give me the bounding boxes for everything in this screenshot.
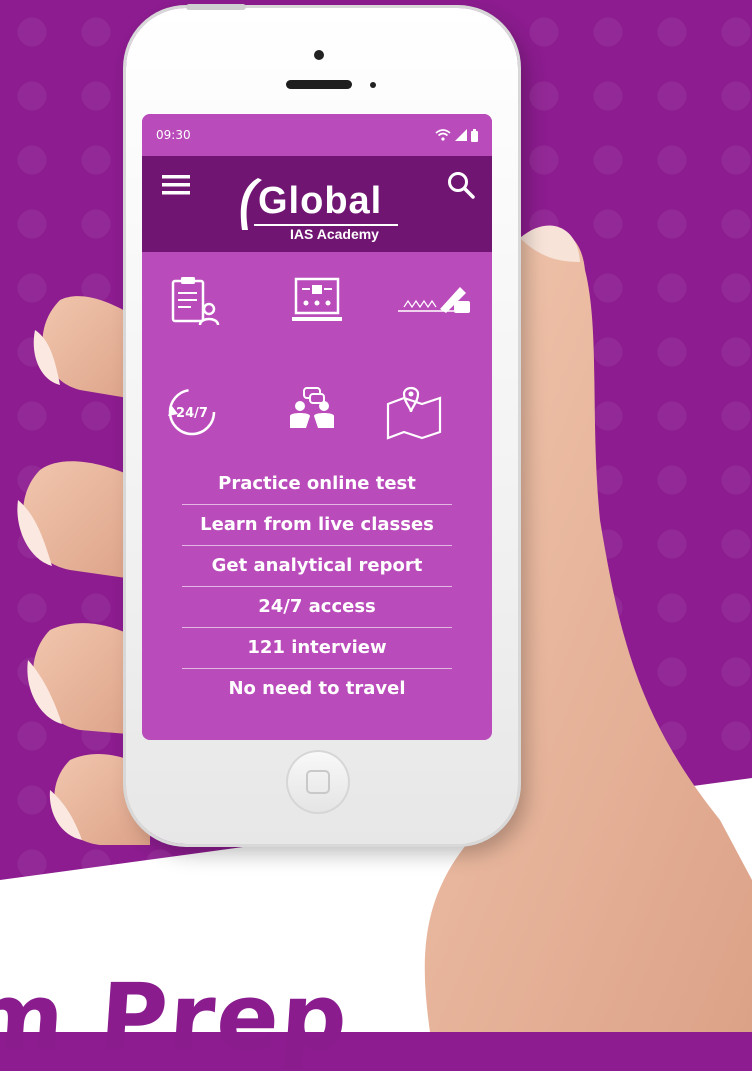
home-button[interactable] <box>286 750 350 814</box>
live-class-icon[interactable] <box>287 270 347 330</box>
brand-subtitle: IAS Academy <box>290 226 379 242</box>
feature-list: Practice online test Learn from live cla… <box>182 464 452 709</box>
earpiece-speaker <box>286 80 352 89</box>
phone-device: 09:30 Global IAS Academy 24/7 Practice o… <box>126 4 518 844</box>
signal-icon <box>455 129 467 141</box>
24-7-access-icon[interactable]: 24/7 <box>162 382 222 442</box>
hamburger-menu-icon[interactable] <box>162 174 190 196</box>
phone-screen: 09:30 Global IAS Academy 24/7 Practice o… <box>142 114 492 740</box>
status-time: 09:30 <box>156 128 191 142</box>
battery-icon <box>471 128 478 142</box>
wifi-icon <box>435 129 451 141</box>
clock-badge-text: 24/7 <box>176 406 208 421</box>
proximity-sensor <box>370 82 376 88</box>
front-camera <box>314 50 324 60</box>
status-icons <box>435 128 478 142</box>
status-bar: 09:30 <box>142 114 492 156</box>
interview-icon[interactable] <box>282 382 342 442</box>
feature-item-live-classes[interactable]: Learn from live classes <box>182 505 452 546</box>
feature-item-analytical-report[interactable]: Get analytical report <box>182 546 452 587</box>
home-square-icon <box>306 770 330 794</box>
feature-item-24-7-access[interactable]: 24/7 access <box>182 587 452 628</box>
feature-item-practice-test[interactable]: Practice online test <box>182 464 452 505</box>
feature-item-interview[interactable]: 121 interview <box>182 628 452 669</box>
map-location-icon[interactable] <box>384 382 444 442</box>
analytical-writing-icon[interactable] <box>394 270 474 330</box>
search-icon[interactable] <box>446 170 476 200</box>
feature-item-no-travel[interactable]: No need to travel <box>182 669 452 709</box>
brand-logo: Global IAS Academy <box>230 174 400 244</box>
app-header: Global IAS Academy <box>142 156 492 252</box>
phone-power-button <box>186 4 246 10</box>
test-clipboard-icon[interactable] <box>164 270 224 330</box>
brand-name: Global <box>258 180 383 222</box>
